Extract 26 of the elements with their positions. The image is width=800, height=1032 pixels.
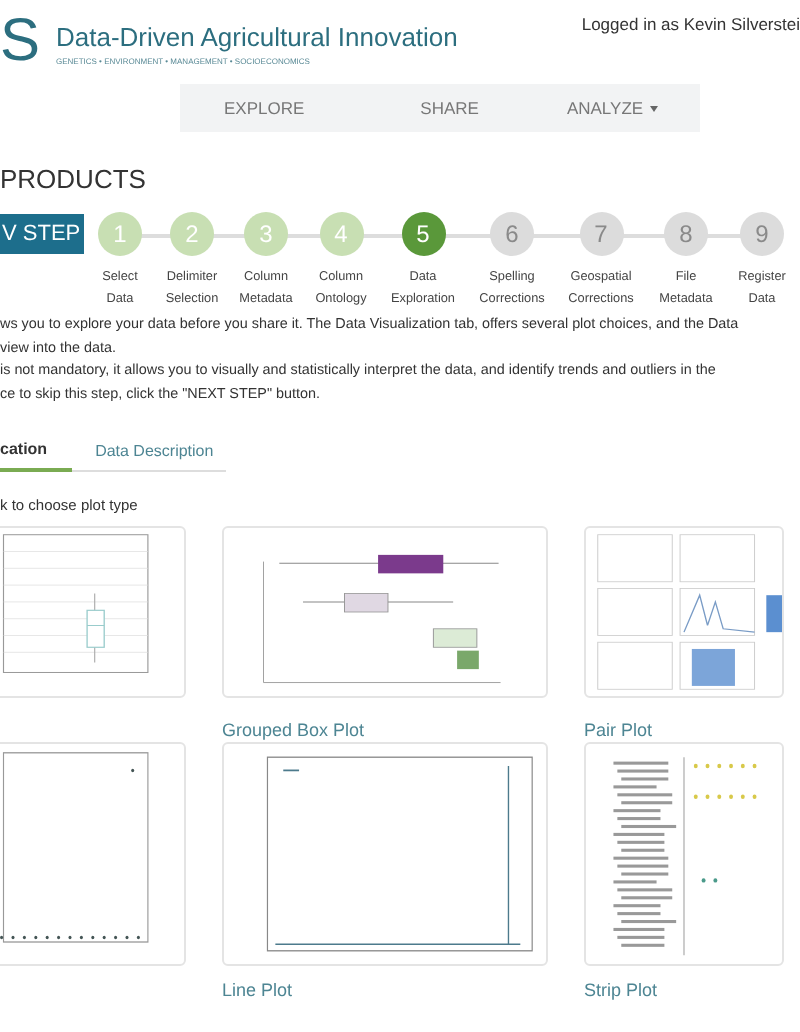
tab[interactable]: cation bbox=[0, 432, 72, 472]
plot-card[interactable] bbox=[222, 526, 548, 699]
plot-title[interactable]: Line Plot bbox=[222, 980, 293, 1003]
nav-link[interactable]: SHARE bbox=[420, 95, 479, 121]
site-title: Data-Driven Agricultural Innovation bbox=[56, 24, 458, 52]
subplot-frame bbox=[679, 642, 755, 691]
subplot-frame bbox=[597, 642, 673, 691]
next-step-button[interactable]: V STEP bbox=[0, 214, 84, 254]
plot-title[interactable]: Grouped Box Plot bbox=[222, 720, 365, 743]
nav-link[interactable]: ANALYZE bbox=[566, 95, 658, 121]
data-points bbox=[693, 764, 757, 800]
nav-link[interactable]: EXPLORE bbox=[224, 95, 305, 121]
scatter-cluster bbox=[766, 595, 782, 633]
caret-icon bbox=[649, 105, 658, 111]
subplot-frame bbox=[679, 534, 755, 583]
scatter-cluster bbox=[691, 649, 735, 687]
data-points bbox=[701, 878, 718, 884]
plot-title[interactable]: Strip Plot bbox=[584, 980, 658, 1003]
subplot-frame bbox=[597, 588, 673, 637]
page-heading: PRODUCTS bbox=[0, 164, 148, 196]
plot-title[interactable]: Pair Plot bbox=[584, 720, 653, 743]
box-whisker bbox=[86, 593, 105, 664]
login-status: Logged in as Kevin Silverstei bbox=[581, 12, 800, 38]
subplot-frame bbox=[597, 534, 673, 583]
logo-letter: S bbox=[0, 12, 43, 72]
tab[interactable]: Data Description bbox=[71, 432, 214, 472]
